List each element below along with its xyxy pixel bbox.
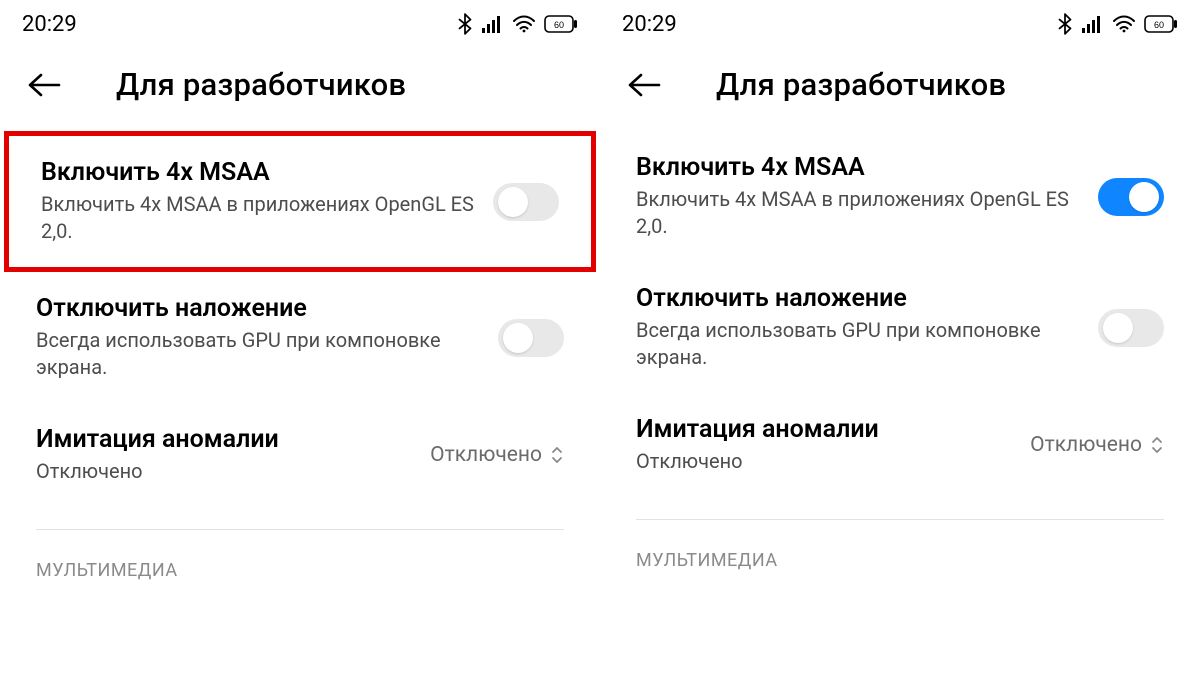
row-subtitle: Всегда использовать GPU при компоновке э… <box>36 327 482 381</box>
row-title: Отключить наложение <box>636 284 1082 313</box>
row-title: Имитация аномалии <box>636 415 1014 444</box>
section-label-multimedia: МУЛЬТИМЕДИА <box>600 520 1200 571</box>
signal-icon <box>1082 15 1104 33</box>
value-picker-anomaly[interactable]: Отключено <box>430 443 564 467</box>
row-subtitle: Включить 4x MSAA в приложениях OpenGL ES… <box>41 191 477 245</box>
row-title: Имитация аномалии <box>36 425 414 454</box>
app-bar: Для разработчиков <box>0 48 600 125</box>
row-anomaly[interactable]: Имитация аномалии Отключено Отключено <box>600 393 1200 497</box>
toggle-msaa[interactable] <box>493 183 559 221</box>
back-button[interactable] <box>26 67 62 103</box>
page-title: Для разработчиков <box>116 66 406 103</box>
toggle-overlay[interactable] <box>498 319 564 357</box>
battery-icon: 60 <box>1144 15 1178 33</box>
row-subtitle: Отключено <box>636 448 1014 475</box>
status-bar: 20:29 60 <box>600 0 1200 48</box>
chevron-updown-icon <box>1150 435 1164 455</box>
page-title: Для разработчиков <box>716 66 1006 103</box>
section-label-multimedia: МУЛЬТИМЕДИА <box>0 530 600 581</box>
row-anomaly[interactable]: Имитация аномалии Отключено Отключено <box>0 403 600 507</box>
row-title: Отключить наложение <box>36 294 482 323</box>
bluetooth-icon <box>456 13 474 35</box>
highlight-frame: Включить 4x MSAA Включить 4x MSAA в прил… <box>4 131 596 272</box>
wifi-icon <box>1112 15 1136 33</box>
svg-text:60: 60 <box>1154 20 1164 30</box>
row-subtitle: Всегда использовать GPU при компоновке э… <box>636 317 1082 371</box>
chevron-updown-icon <box>550 445 564 465</box>
phone-right: 20:29 60 Для разработчиков Включить 4x <box>600 0 1200 699</box>
status-bar: 20:29 60 <box>0 0 600 48</box>
toggle-overlay[interactable] <box>1098 309 1164 347</box>
back-button[interactable] <box>626 67 662 103</box>
svg-text:60: 60 <box>554 20 564 30</box>
wifi-icon <box>512 15 536 33</box>
status-time: 20:29 <box>622 12 677 37</box>
row-msaa[interactable]: Включить 4x MSAA Включить 4x MSAA в прил… <box>600 131 1200 262</box>
status-time: 20:29 <box>22 12 77 37</box>
row-subtitle: Отключено <box>36 458 414 485</box>
battery-icon: 60 <box>544 15 578 33</box>
status-icons: 60 <box>1056 13 1178 35</box>
row-title: Включить 4x MSAA <box>636 153 1082 182</box>
toggle-msaa[interactable] <box>1098 178 1164 216</box>
value-label: Отключено <box>430 443 542 467</box>
settings-list: Включить 4x MSAA Включить 4x MSAA в прил… <box>0 125 600 699</box>
status-icons: 60 <box>456 13 578 35</box>
settings-list: Включить 4x MSAA Включить 4x MSAA в прил… <box>600 125 1200 699</box>
app-bar: Для разработчиков <box>600 48 1200 125</box>
value-label: Отключено <box>1030 433 1142 457</box>
row-overlay[interactable]: Отключить наложение Всегда использовать … <box>600 262 1200 393</box>
value-picker-anomaly[interactable]: Отключено <box>1030 433 1164 457</box>
bluetooth-icon <box>1056 13 1074 35</box>
phone-left: 20:29 60 Для разработчиков <box>0 0 600 699</box>
signal-icon <box>482 15 504 33</box>
row-subtitle: Включить 4x MSAA в приложениях OpenGL ES… <box>636 186 1082 240</box>
row-overlay[interactable]: Отключить наложение Всегда использовать … <box>0 272 600 403</box>
row-msaa[interactable]: Включить 4x MSAA Включить 4x MSAA в прил… <box>9 136 591 267</box>
row-title: Включить 4x MSAA <box>41 158 477 187</box>
